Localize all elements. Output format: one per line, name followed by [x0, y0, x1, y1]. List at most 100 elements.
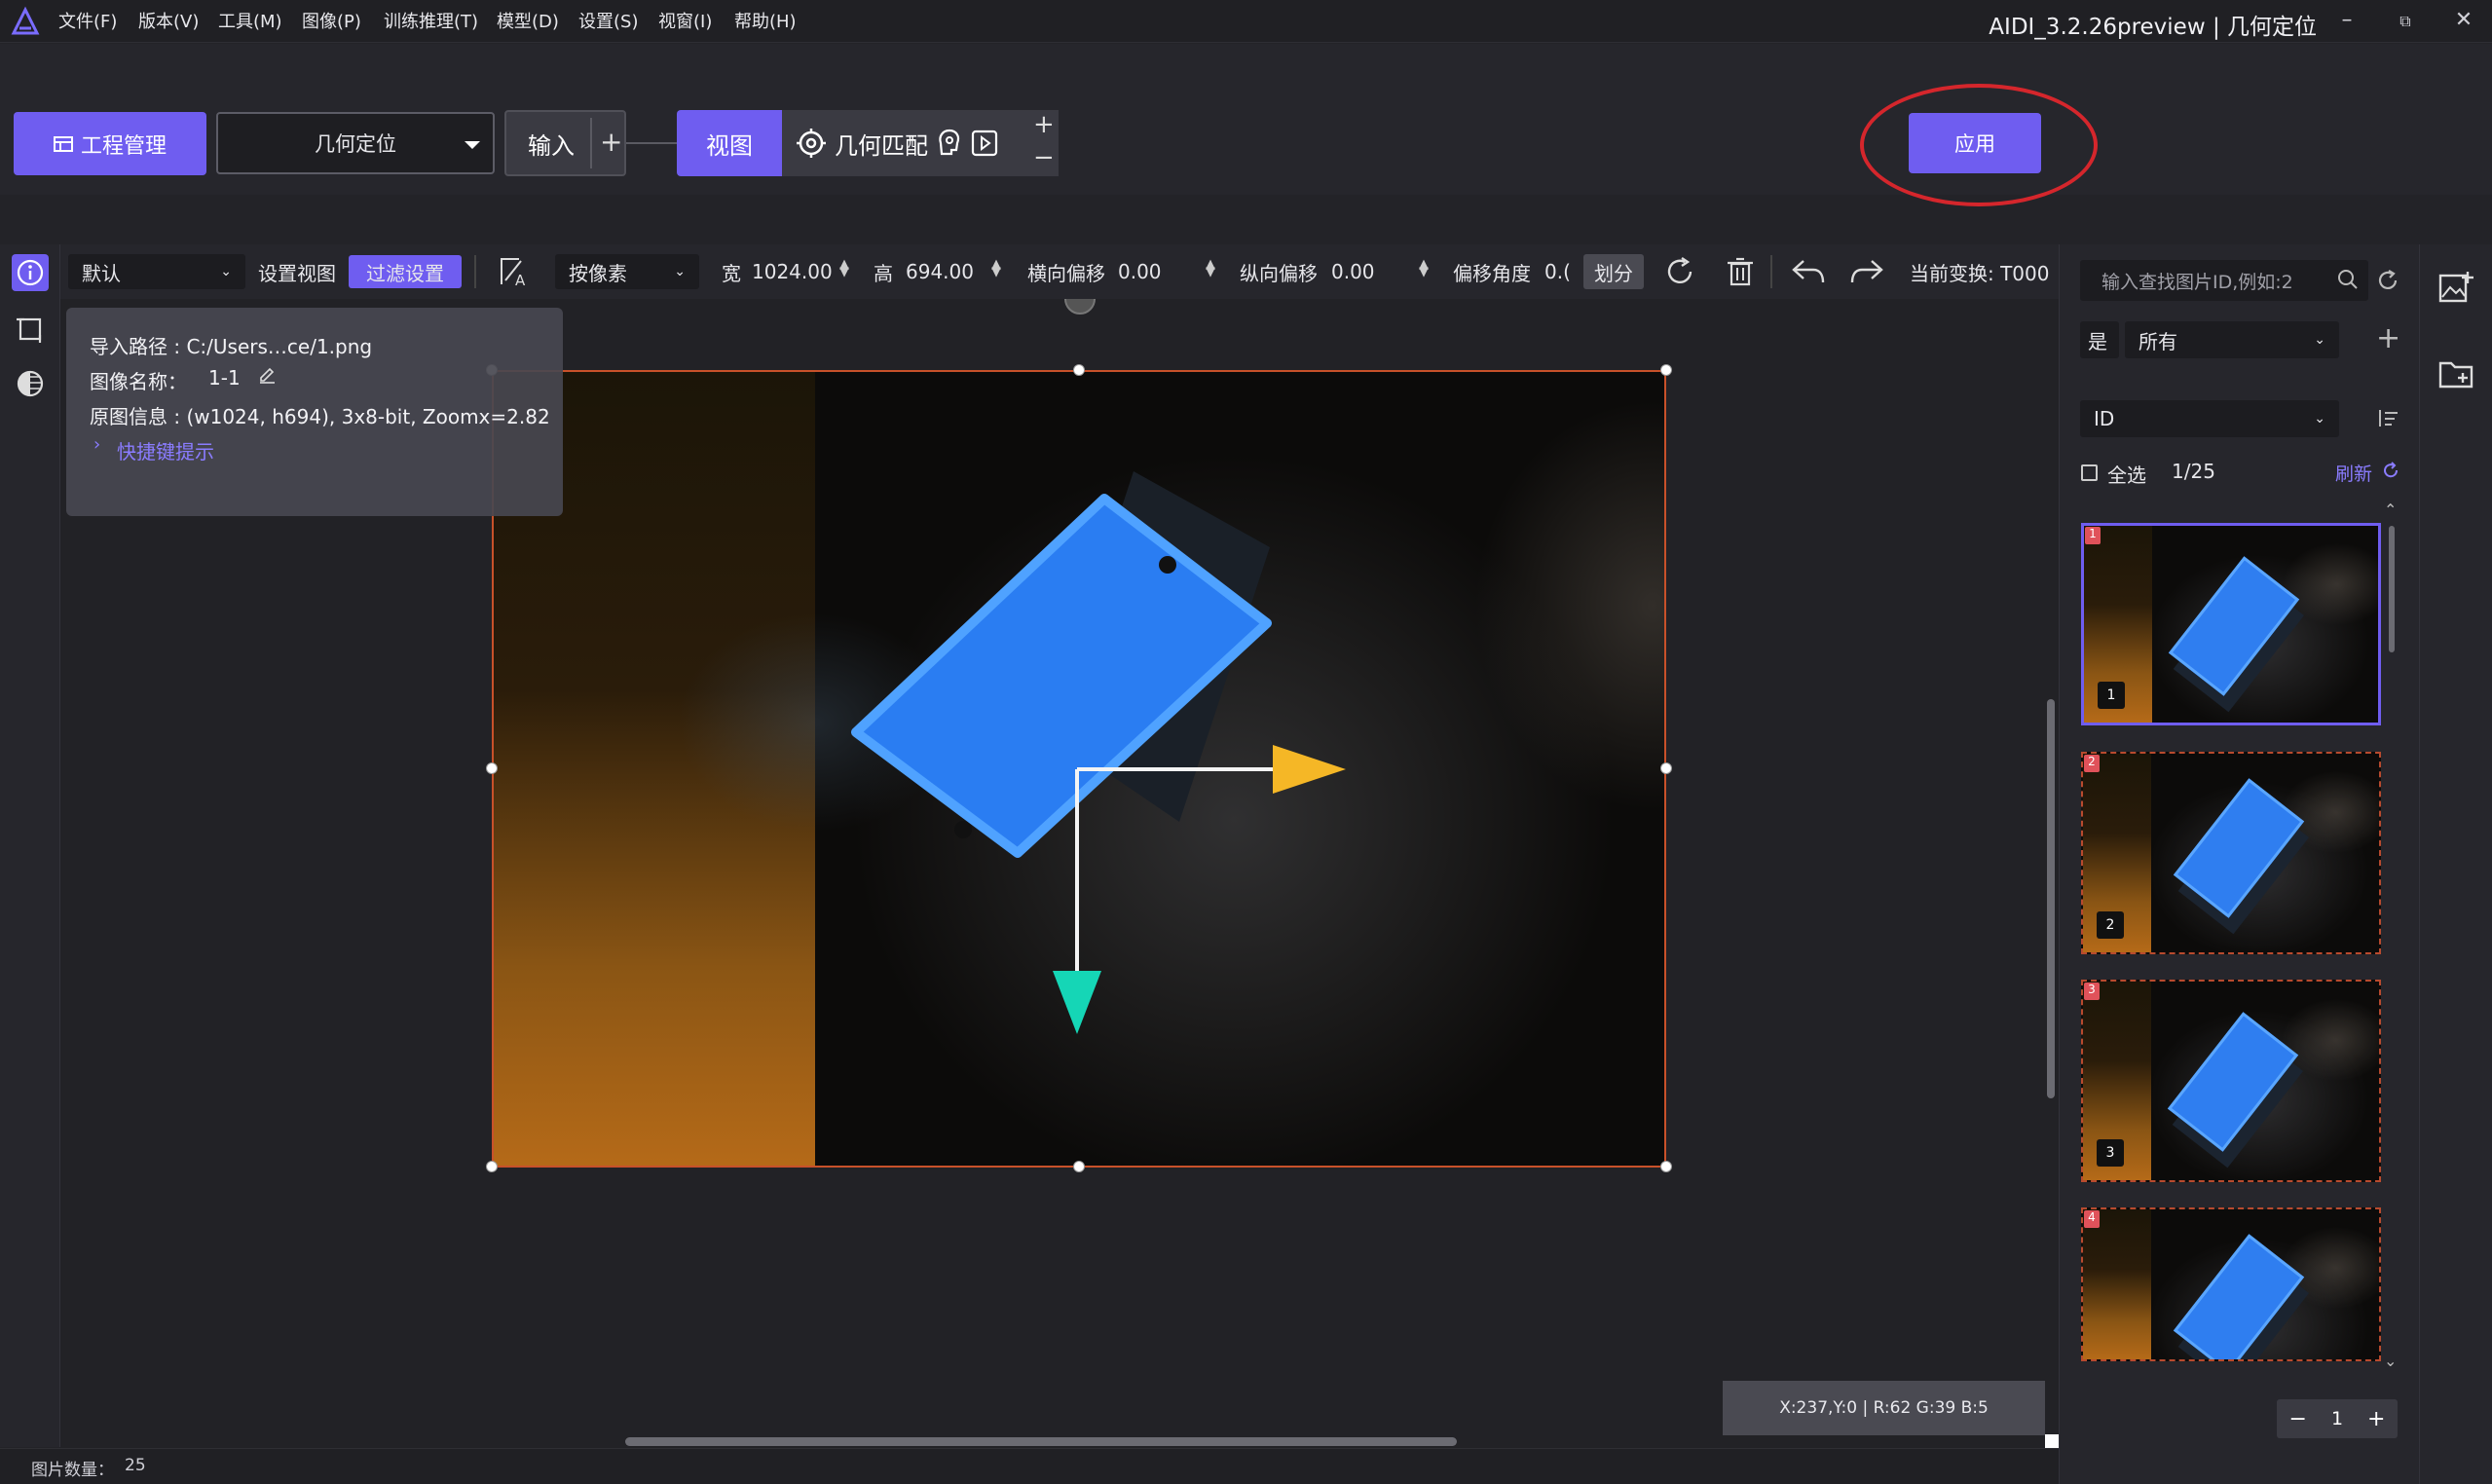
- height-value: 694.00: [906, 260, 974, 283]
- contrast-tool[interactable]: [12, 365, 49, 402]
- image-search-input[interactable]: 输入查找图片ID,例如:2: [2080, 260, 2368, 301]
- head-model-icon[interactable]: [936, 129, 963, 158]
- image-name-label: 图像名称：: [90, 370, 187, 393]
- view-preset-value: 默认: [82, 261, 121, 285]
- rotate-icon[interactable]: [1663, 255, 1696, 288]
- spinner-icon[interactable]: ▲ ▼: [991, 258, 1001, 278]
- sort-order-icon[interactable]: [2376, 407, 2399, 430]
- search-icon[interactable]: [2337, 269, 2359, 290]
- delete-icon[interactable]: [1724, 255, 1757, 288]
- refresh-icon[interactable]: [2376, 269, 2399, 292]
- v-offset-input[interactable]: 0.00 ▲ ▼: [1331, 254, 1436, 289]
- add-folder-icon[interactable]: [2437, 357, 2476, 390]
- unit-select-value: 按像素: [569, 261, 627, 285]
- filter-bool-select[interactable]: 是: [2080, 321, 2119, 358]
- h-offset-input[interactable]: 0.00 ▲ ▼: [1118, 254, 1223, 289]
- import-path: 导入路径 : C:/Users…ce/1.png: [90, 335, 373, 358]
- thumbnail-item[interactable]: 1 1: [2081, 523, 2381, 725]
- resize-corner[interactable]: [2045, 1434, 2059, 1448]
- menu-image[interactable]: 图像(P): [302, 8, 361, 33]
- menu-tools[interactable]: 工具(M): [218, 8, 282, 33]
- status-bar: 图片数量： 25: [0, 1448, 2059, 1484]
- menu-file[interactable]: 文件(F): [58, 8, 117, 33]
- filter-value-select[interactable]: 所有 ⌄: [2125, 321, 2339, 358]
- undo-icon[interactable]: [1790, 255, 1827, 288]
- redo-icon[interactable]: [1848, 255, 1885, 288]
- remove-node-icon[interactable]: −: [1033, 143, 1055, 172]
- svg-text:A: A: [515, 272, 526, 288]
- thumbnail-item[interactable]: 3 3: [2081, 980, 2381, 1182]
- thumbnail-item[interactable]: 4: [2081, 1207, 2381, 1361]
- rotate-handle-icon[interactable]: [1063, 297, 1097, 316]
- resize-handle[interactable]: [1660, 762, 1672, 774]
- page-number[interactable]: 1: [2331, 1408, 2343, 1429]
- menu-version[interactable]: 版本(V): [138, 8, 199, 33]
- view-preset-select[interactable]: 默认 ⌄: [68, 254, 245, 289]
- edit-icon[interactable]: [257, 364, 277, 384]
- shortcut-hints-link[interactable]: 快捷键提示: [117, 436, 214, 464]
- thumbnail-item[interactable]: 2 2: [2081, 752, 2381, 954]
- play-icon[interactable]: [971, 130, 998, 157]
- thumbnail-scrollbar[interactable]: [2389, 526, 2395, 652]
- spinner-icon[interactable]: ▲ ▼: [1419, 258, 1429, 278]
- resize-handle[interactable]: [1073, 364, 1085, 376]
- menu-window[interactable]: 视窗(I): [658, 8, 712, 33]
- menu-help[interactable]: 帮助(H): [734, 8, 797, 33]
- apply-button[interactable]: 应用: [1909, 113, 2041, 173]
- thumbnail-badge: 3: [2084, 983, 2100, 1000]
- menu-train-infer[interactable]: 训练推理(T): [384, 8, 478, 33]
- product-image: [851, 471, 1346, 1034]
- scroll-top-icon[interactable]: ⌃: [2384, 501, 2397, 519]
- project-management-button[interactable]: 工程管理: [14, 112, 206, 175]
- prev-page-icon[interactable]: −: [2289, 1407, 2307, 1431]
- view-node[interactable]: 视图: [677, 110, 782, 176]
- mode-select[interactable]: 几何定位: [216, 112, 495, 174]
- refresh-link[interactable]: 刷新: [2335, 460, 2372, 486]
- unit-select[interactable]: 按像素 ⌄: [555, 254, 699, 289]
- resize-handle[interactable]: [1660, 1161, 1672, 1172]
- set-view-link[interactable]: 设置视图: [258, 254, 336, 289]
- sort-select[interactable]: ID ⌄: [2080, 400, 2339, 437]
- width-input[interactable]: 1024.00 ▲ ▼: [752, 254, 859, 289]
- select-all-checkbox[interactable]: [2081, 464, 2098, 481]
- chevron-down-icon: ⌄: [2314, 332, 2325, 348]
- thumbnail-image: [2168, 556, 2300, 696]
- angle-label: 偏移角度: [1453, 261, 1531, 285]
- height-input[interactable]: 694.00 ▲ ▼: [906, 254, 1009, 289]
- image-view[interactable]: [492, 370, 1666, 1168]
- apply-label: 应用: [1954, 132, 1995, 156]
- menu-model[interactable]: 模型(D): [497, 8, 559, 33]
- add-after-input-icon[interactable]: +: [600, 126, 622, 158]
- horizontal-scrollbar[interactable]: [625, 1437, 1457, 1446]
- divider: [474, 255, 476, 288]
- angle-input[interactable]: 0.(: [1544, 254, 1571, 289]
- text-annotation-icon[interactable]: A: [498, 255, 531, 288]
- restore-icon[interactable]: ⧉: [2391, 12, 2420, 31]
- crop-tool[interactable]: [12, 311, 49, 348]
- input-node[interactable]: 输入 +: [504, 110, 626, 176]
- node-zoom-controls: + −: [1027, 110, 1059, 176]
- filter-settings-button[interactable]: 过滤设置: [349, 255, 462, 288]
- resize-handle[interactable]: [486, 1161, 498, 1172]
- resize-handle[interactable]: [1073, 1161, 1085, 1172]
- spinner-icon[interactable]: ▲ ▼: [1206, 258, 1215, 278]
- add-node-icon[interactable]: +: [1033, 110, 1055, 139]
- divide-button[interactable]: 划分: [1583, 254, 1644, 289]
- geometric-match-node[interactable]: 几何匹配: [782, 110, 1037, 176]
- info-tool[interactable]: [12, 254, 49, 291]
- minimize-icon[interactable]: –: [2332, 8, 2362, 32]
- view-node-label: 视图: [706, 131, 753, 160]
- thumbnail-image: [2173, 1234, 2305, 1359]
- vertical-scrollbar[interactable]: [2047, 699, 2055, 1098]
- close-icon[interactable]: ✕: [2449, 8, 2478, 32]
- resize-handle[interactable]: [1660, 364, 1672, 376]
- add-filter-icon[interactable]: +: [2376, 321, 2400, 355]
- resize-handle[interactable]: [486, 762, 498, 774]
- spinner-icon[interactable]: ▲ ▼: [839, 258, 849, 278]
- scroll-bottom-icon[interactable]: ⌄: [2384, 1352, 2397, 1370]
- thumbnail-number: 2: [2097, 911, 2124, 939]
- refresh-icon[interactable]: [2382, 462, 2399, 479]
- menu-settings[interactable]: 设置(S): [578, 8, 638, 33]
- next-page-icon[interactable]: +: [2367, 1407, 2385, 1431]
- add-image-icon[interactable]: [2437, 270, 2476, 307]
